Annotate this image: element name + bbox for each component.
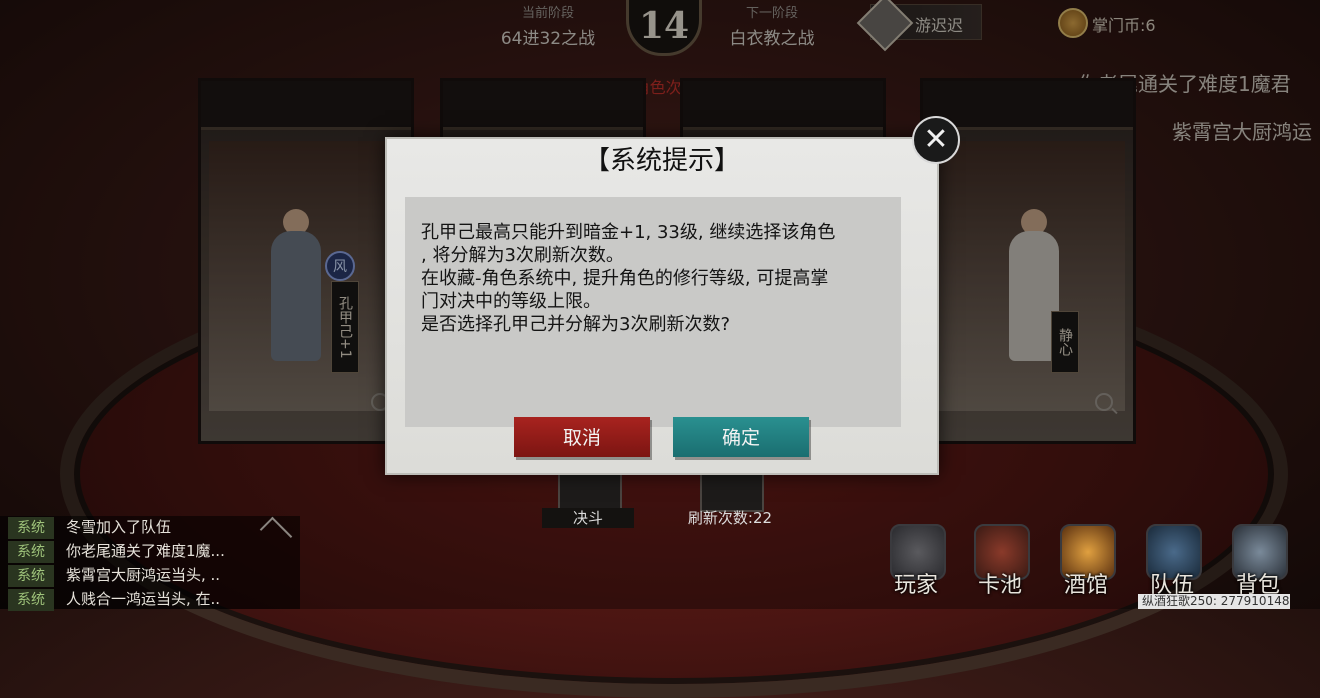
chat-tag: 系统 [8,541,54,563]
confirm-button[interactable]: 确定 [673,417,809,457]
chat-tag: 系统 [8,565,54,587]
dialog-line: 孔甲己最高只能升到暗金+1, 33级, 继续选择该角色 [421,222,836,243]
chat-message: 系统 紫霄宫大厨鸿运当头, .. [0,564,221,587]
chat-tag: 系统 [8,517,54,539]
dialog-line: 是否选择孔甲己并分解为3次刷新次数? [421,314,731,335]
chat-text: 紫霄宫大厨鸿运当头, .. [66,566,221,584]
dialog-line: 在收藏-角色系统中, 提升角色的修行等级, 可提高掌 [421,268,829,289]
refresh-count-label: 刷新次数:22 [687,509,773,527]
chat-tag: 系统 [8,589,54,611]
dialog-line: , 将分解为3次刷新次数。 [421,245,624,266]
chat-message: 系统 你老尾通关了难度1魔... [0,540,225,563]
dialog-title: 【系统提示】 [583,146,740,176]
dialog-line: 门对决中的等级上限。 [421,291,601,312]
chat-text: 你老尾通关了难度1魔... [66,542,225,560]
nav-player[interactable]: 玩家 [876,520,956,609]
version-label: 纵酒狂歌250: 277910148 [1138,594,1290,609]
close-icon[interactable]: ✕ [912,116,960,164]
chat-message: 系统 人贱合一鸿运当头, 在.. [0,588,221,611]
duel-label: 决斗 [542,508,634,528]
chat-message: 系统 冬雪加入了队伍 [0,516,172,539]
nav-tavern[interactable]: 酒馆 [1046,520,1126,609]
dialog-message: 孔甲己最高只能升到暗金+1, 33级, 继续选择该角色 , 将分解为3次刷新次数… [405,197,901,427]
chat-text: 人贱合一鸿运当头, 在.. [66,590,221,608]
nav-label: 卡池 [977,573,1022,598]
chat-panel[interactable]: 系统 冬雪加入了队伍 系统 你老尾通关了难度1魔... 系统 紫霄宫大厨鸿运当头, .… [0,516,300,611]
cancel-button[interactable]: 取消 [514,417,650,457]
nav-label: 玩家 [893,573,938,598]
system-dialog: 【系统提示】 孔甲己最高只能升到暗金+1, 33级, 继续选择该角色 , 将分解… [385,137,939,475]
nav-card-pool[interactable]: 卡池 [960,520,1040,609]
nav-label: 酒馆 [1063,573,1108,598]
chat-text: 冬雪加入了队伍 [66,518,172,536]
